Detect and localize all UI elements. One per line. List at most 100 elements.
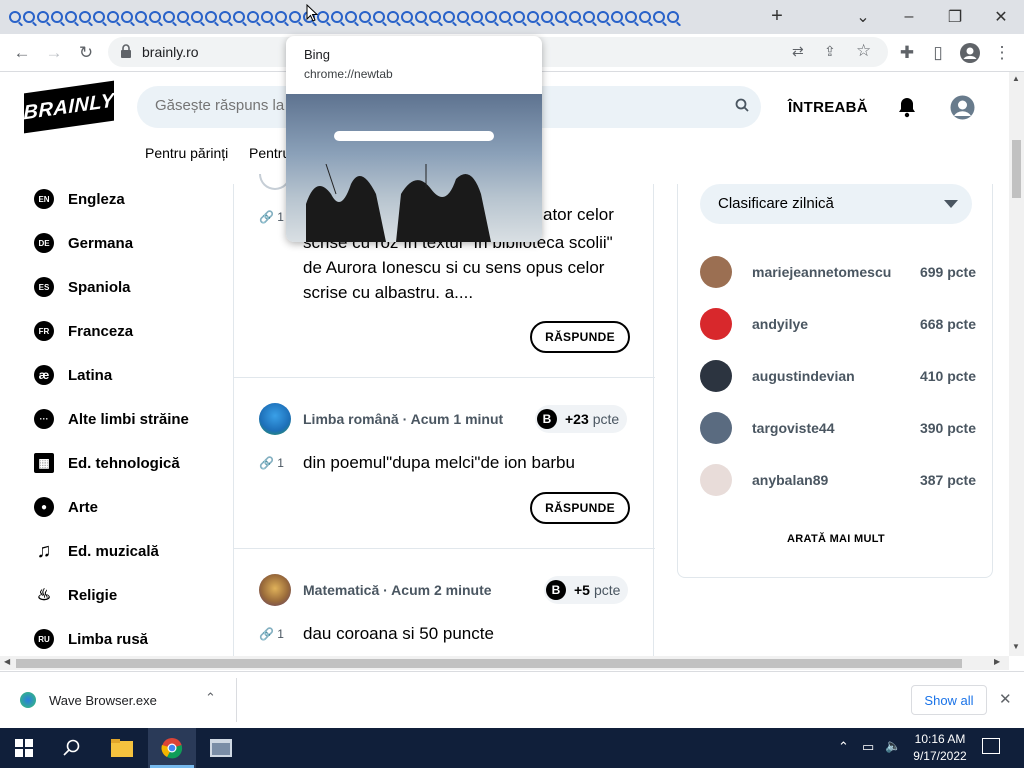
subject-spaniola[interactable]: ES Spaniola (34, 275, 131, 299)
tab-favicon-icon[interactable] (37, 10, 49, 23)
file-explorer-icon[interactable] (98, 728, 146, 768)
tab-search-icon[interactable]: ⌄ (840, 0, 886, 34)
subject-engleza[interactable]: EN Engleza (34, 187, 125, 211)
tab-favicon-icon[interactable] (135, 10, 147, 23)
tab-favicon-icon[interactable] (191, 10, 203, 23)
scroll-up-arrow-icon[interactable]: ▲ (1012, 74, 1020, 83)
tab-favicon-icon[interactable] (443, 10, 455, 23)
tab-favicon-icon[interactable] (429, 10, 441, 23)
tab-favicon-icon[interactable] (527, 10, 539, 23)
tab-favicon-icon[interactable] (373, 10, 385, 23)
nav-for-teachers[interactable]: Pentru (249, 145, 290, 161)
tab-favicon-icon[interactable] (513, 10, 525, 23)
tab-favicon-icon[interactable] (653, 10, 665, 23)
nav-for-parents[interactable]: Pentru părinți (145, 145, 228, 161)
tab-favicon-icon[interactable] (23, 10, 35, 23)
subject-germana[interactable]: DE Germana (34, 231, 133, 255)
tab-favicon-icon[interactable] (275, 10, 287, 23)
network-icon[interactable]: ▭ (862, 739, 874, 755)
tab-favicon-icon[interactable] (261, 10, 273, 23)
user-avatar-icon[interactable] (950, 95, 975, 125)
tab-favicon-icon[interactable] (79, 10, 91, 23)
scroll-thumb[interactable] (1012, 140, 1021, 198)
ranking-user[interactable]: mariejeannetomescu 699 pcte (700, 256, 976, 288)
tab-favicon-icon[interactable] (247, 10, 259, 23)
ranking-user[interactable]: anybalan89 387 pcte (700, 464, 976, 496)
tab-favicon-icon[interactable] (289, 10, 301, 23)
tab-favicon-icon[interactable] (107, 10, 119, 23)
tab-favicon-icon[interactable] (667, 10, 679, 23)
tab-favicon-icon[interactable] (415, 10, 427, 23)
show-more-link[interactable]: ARATĂ MAI MULT (678, 533, 994, 545)
answer-button[interactable]: RĂSPUNDE (530, 492, 630, 524)
tab-favicon-icon[interactable] (345, 10, 357, 23)
scroll-right-arrow-icon[interactable]: ▶ (994, 657, 1000, 666)
back-arrow-icon[interactable]: ← (8, 40, 36, 66)
notifications-bell-icon[interactable] (897, 96, 917, 123)
share-icon[interactable]: ⇪ (824, 43, 836, 60)
scroll-down-arrow-icon[interactable]: ▼ (1012, 642, 1020, 651)
brainly-logo[interactable]: BRAINLY (24, 80, 114, 134)
tab-favicon-icon[interactable] (51, 10, 63, 23)
side-panel-icon[interactable]: ▯ (924, 40, 952, 66)
chevron-up-icon[interactable]: ⌃ (205, 690, 216, 706)
ranking-period-select[interactable]: Clasificare zilnică (700, 184, 972, 224)
ask-question-button[interactable]: ÎNTREABĂ (788, 99, 868, 116)
tab-favicon-icon[interactable] (387, 10, 399, 23)
translate-icon[interactable]: ⇄ (792, 43, 804, 60)
tab-favicon-icon[interactable] (177, 10, 189, 23)
menu-kebab-icon[interactable]: ⋮ (988, 40, 1016, 66)
tab-favicon-icon[interactable] (163, 10, 175, 23)
tab-favicon-icon[interactable] (499, 10, 511, 23)
tab-favicon-icon[interactable] (555, 10, 567, 23)
extensions-puzzle-icon[interactable]: ✚ (893, 40, 921, 66)
tab-favicon-icon[interactable] (583, 10, 595, 23)
download-filename[interactable]: Wave Browser.exe (49, 693, 157, 708)
tab-favicon-icon[interactable] (597, 10, 609, 23)
ranking-user[interactable]: targoviste44 390 pcte (700, 412, 976, 444)
show-all-downloads-button[interactable]: Show all (911, 685, 987, 715)
tab-favicon-icon[interactable] (149, 10, 161, 23)
tab-favicon-icon[interactable] (233, 10, 245, 23)
ranking-user[interactable]: augustindevian 410 pcte (700, 360, 976, 392)
chrome-taskbar-icon[interactable] (148, 728, 196, 768)
reload-icon[interactable]: ↻ (72, 40, 100, 66)
tray-chevron-up-icon[interactable]: ⌃ (838, 739, 849, 755)
action-center-icon[interactable] (982, 738, 1000, 754)
tab-favicons[interactable] (8, 8, 730, 26)
new-tab-button[interactable]: + (766, 5, 788, 27)
tab-favicon-icon[interactable] (457, 10, 469, 23)
tab-favicon-icon[interactable] (359, 10, 371, 23)
scroll-left-arrow-icon[interactable]: ◀ (4, 657, 10, 666)
subject-russian[interactable]: RU Limba rusă (34, 627, 148, 651)
vertical-scrollbar[interactable]: ▲ ▼ (1009, 72, 1024, 656)
tab-favicon-icon[interactable] (331, 10, 343, 23)
restore-button[interactable]: ❐ (932, 0, 978, 34)
app-window-icon[interactable] (197, 728, 245, 768)
search-icon[interactable] (48, 728, 96, 768)
tab-favicon-icon[interactable] (93, 10, 105, 23)
ranking-user[interactable]: andyilye 668 pcte (700, 308, 976, 340)
search-icon[interactable] (735, 98, 749, 117)
tab-favicon-icon[interactable] (541, 10, 553, 23)
tab-favicon-icon[interactable] (569, 10, 581, 23)
answer-button[interactable]: RĂSPUNDE (530, 321, 630, 353)
subject-latina[interactable]: æ Latina (34, 363, 112, 387)
tab-favicon-icon[interactable] (317, 10, 329, 23)
volume-icon[interactable]: 🔈 (885, 738, 901, 754)
subject-music[interactable]: ♫ Ed. muzicală (34, 539, 159, 563)
start-windows-icon[interactable] (0, 728, 48, 768)
forward-arrow-icon[interactable]: → (40, 40, 68, 66)
close-window-button[interactable]: ✕ (978, 0, 1024, 34)
subject-other-languages[interactable]: ··· Alte limbi străine (34, 407, 189, 431)
subject-franceza[interactable]: FR Franceza (34, 319, 133, 343)
tab-favicon-icon[interactable] (219, 10, 231, 23)
tab-favicon-icon[interactable] (625, 10, 637, 23)
bookmark-star-icon[interactable]: ☆ (856, 41, 871, 61)
profile-avatar-icon[interactable] (956, 40, 984, 66)
scroll-thumb[interactable] (16, 659, 962, 668)
subject-arts[interactable]: ● Arte (34, 495, 98, 519)
tab-favicon-icon[interactable] (401, 10, 413, 23)
subject-technology[interactable]: ▦ Ed. tehnologică (34, 451, 180, 475)
tab-favicon-icon[interactable] (65, 10, 77, 23)
